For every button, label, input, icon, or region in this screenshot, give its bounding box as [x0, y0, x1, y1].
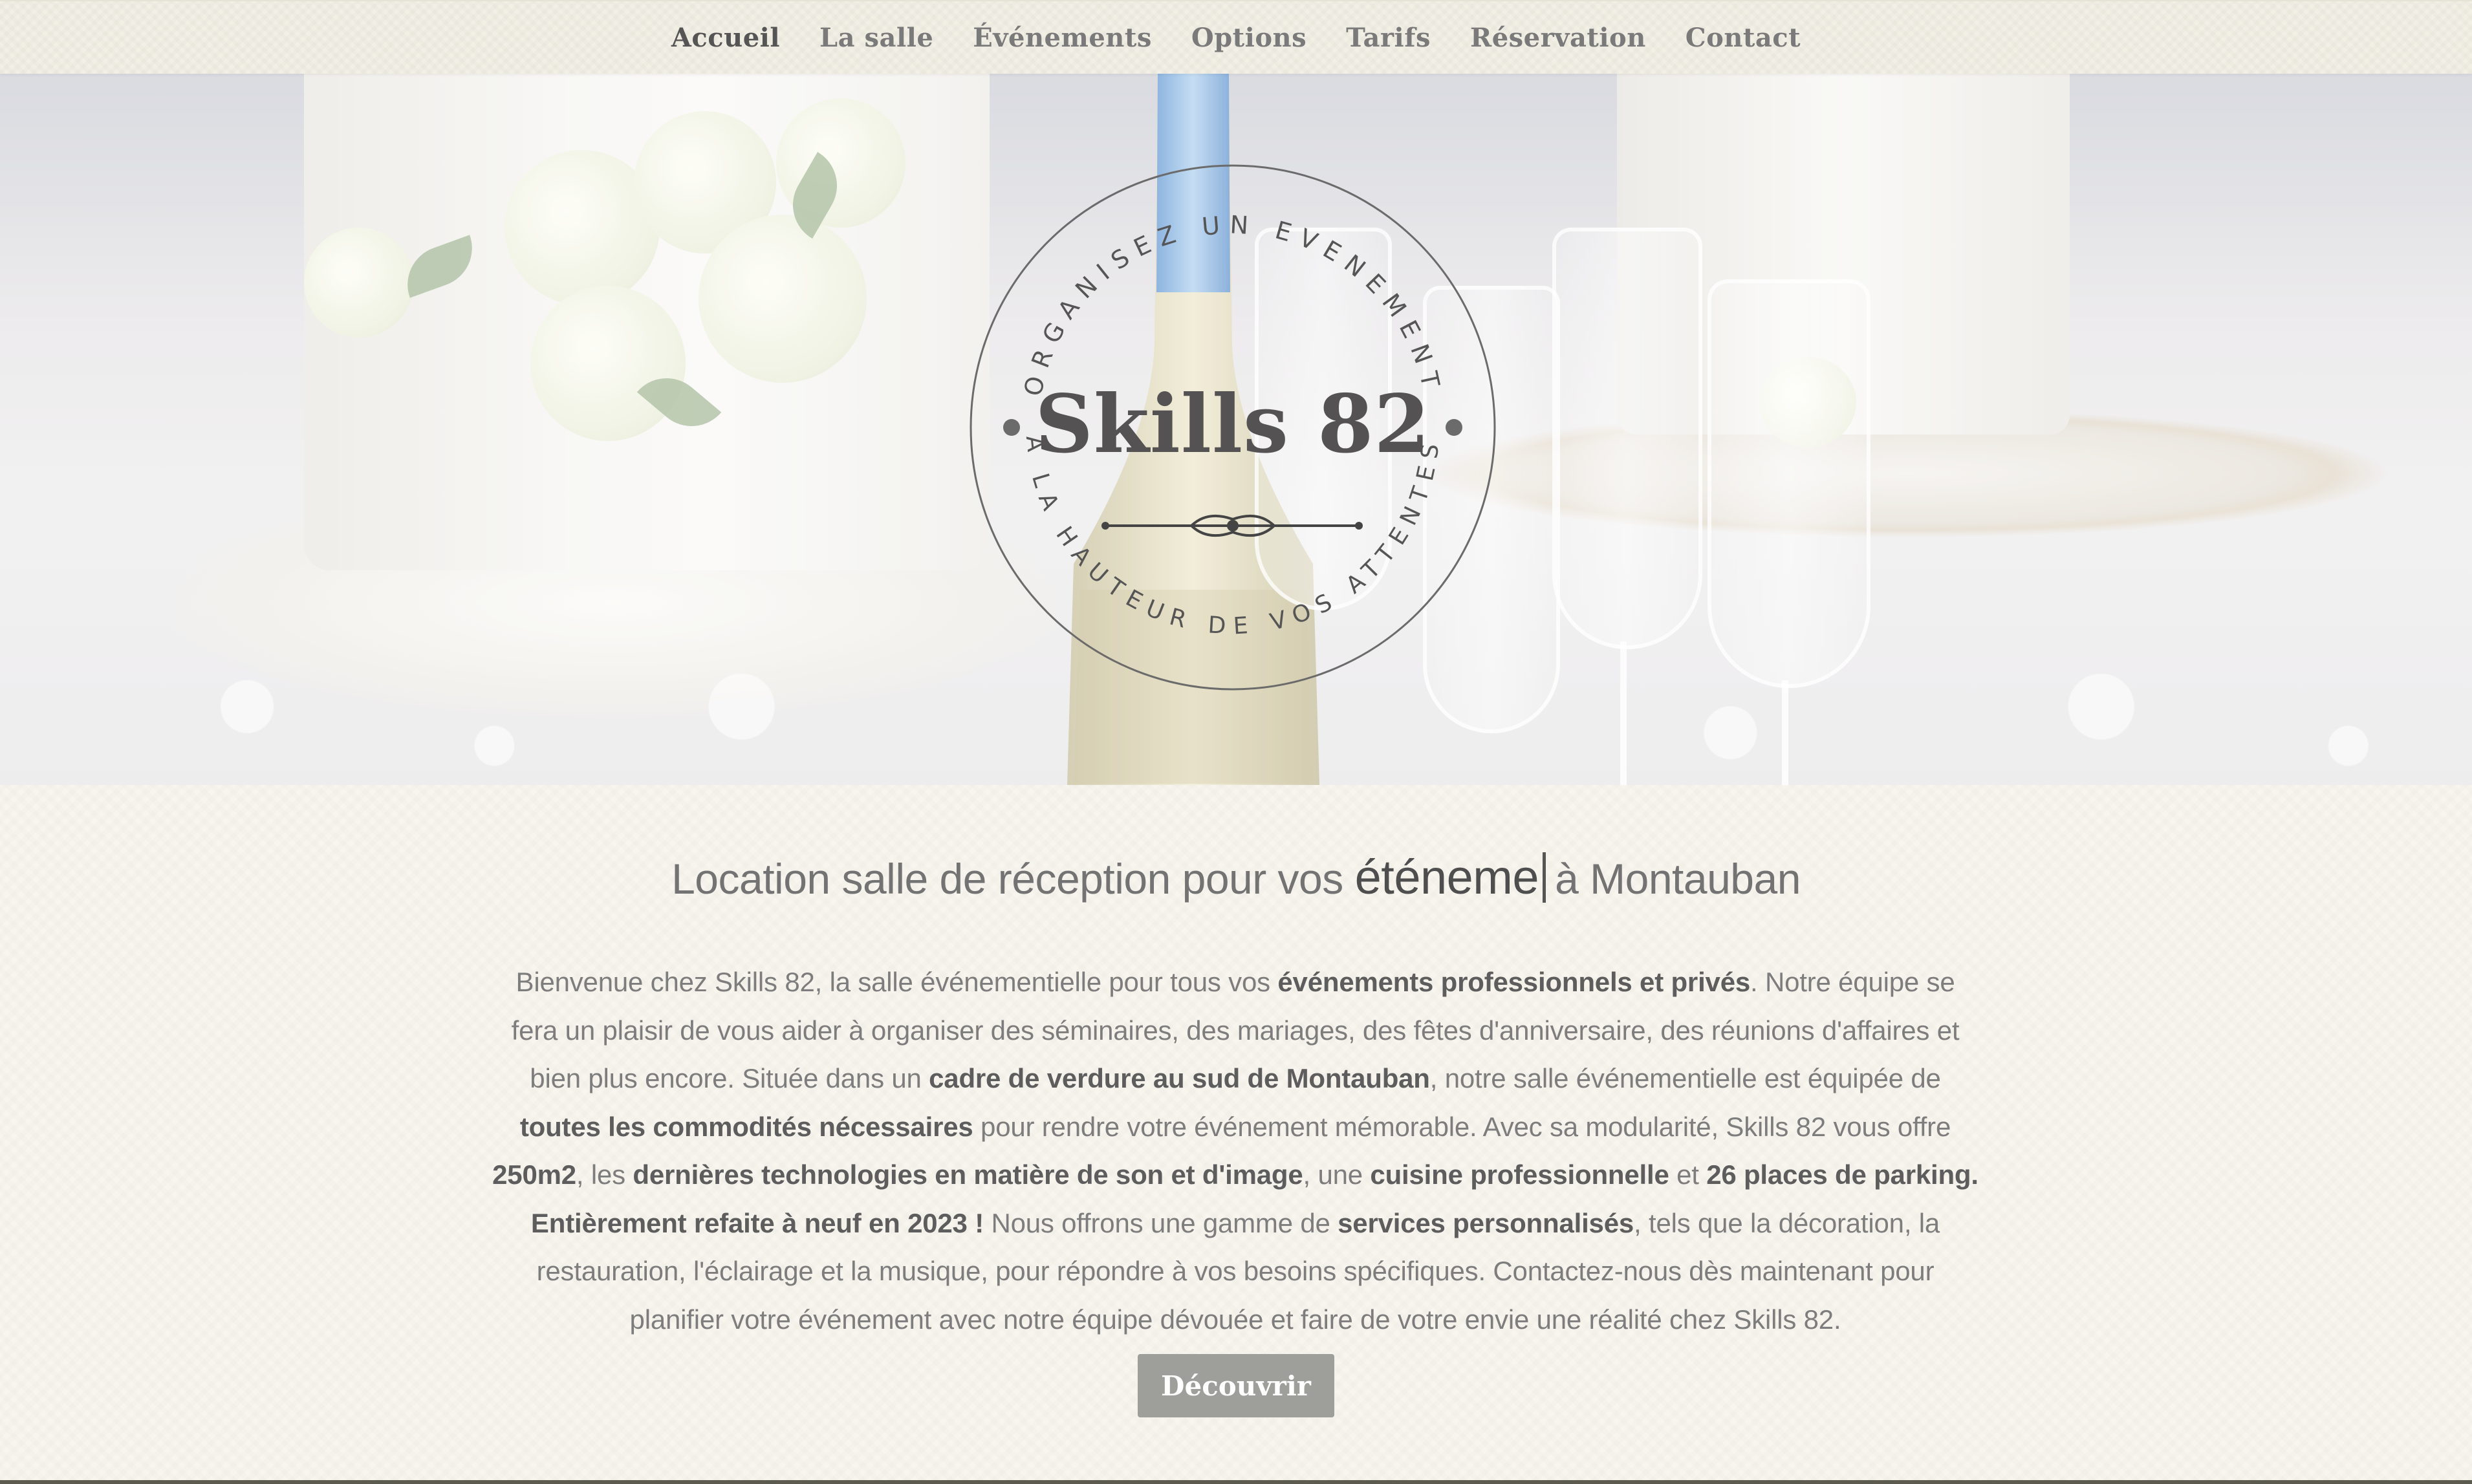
paragraph-text: et [1669, 1159, 1707, 1190]
paragraph-highlight: cuisine professionnelle [1370, 1159, 1669, 1190]
nav-menu: Accueil La salle Événements Options Tari… [0, 1, 2472, 74]
next-section-edge [0, 1480, 2472, 1484]
nav-item-reservation[interactable]: Réservation [1470, 23, 1646, 53]
top-navigation: Accueil La salle Événements Options Tari… [0, 0, 2472, 74]
nav-item-accueil[interactable]: Accueil [671, 23, 780, 53]
nav-item-tarifs[interactable]: Tarifs [1346, 23, 1431, 53]
brand-emblem: ORGANISEZ UN EVENEMENT A LA HAUTEUR DE V… [968, 163, 1497, 692]
headline-suffix: à Montauban [1555, 855, 1801, 903]
paragraph-text: , notre salle événementielle est équipée… [1429, 1063, 1941, 1093]
paragraph-highlight: services personnalisés [1338, 1207, 1634, 1238]
nav-item-la-salle[interactable]: La salle [819, 23, 933, 53]
paragraph-text: Nous offrons une gamme de [983, 1207, 1338, 1238]
hero-banner: ORGANISEZ UN EVENEMENT A LA HAUTEUR DE V… [0, 72, 2472, 785]
nav-item-evenements[interactable]: Événements [973, 23, 1152, 53]
paragraph-text: pour rendre votre événement mémorable. A… [973, 1111, 1951, 1142]
paragraph-highlight: toutes les commodités nécessaires [519, 1111, 973, 1142]
nav-item-contact[interactable]: Contact [1686, 23, 1801, 53]
paragraph-highlight: événements professionnels et privés [1277, 967, 1751, 997]
nav-item-options[interactable]: Options [1191, 23, 1306, 53]
typing-caret [1543, 852, 1546, 903]
headline-typed-word: éténeme [1354, 850, 1539, 904]
paragraph-text: , les [576, 1159, 633, 1190]
emblem-title: Skills 82 [1035, 378, 1431, 471]
paragraph-highlight: dernières technologies en matière de son… [633, 1159, 1303, 1190]
intro-section: Location salle de réception pour vos été… [0, 785, 2472, 1484]
emblem-flourish [1101, 514, 1363, 537]
emblem-top-text: ORGANISEZ UN EVENEMENT [1019, 210, 1447, 398]
page-headline: Location salle de réception pour vos été… [0, 850, 2472, 905]
paragraph-highlight: cadre de verdure au sud de Montauban [929, 1063, 1430, 1093]
intro-paragraph: Bienvenue chez Skills 82, la salle événe… [492, 958, 1979, 1344]
paragraph-highlight: 250m2 [492, 1159, 576, 1190]
paragraph-text: , une [1303, 1159, 1371, 1190]
headline-prefix: Location salle de réception pour vos [671, 855, 1343, 903]
discover-button[interactable]: Découvrir [1138, 1354, 1334, 1417]
paragraph-text: Bienvenue chez Skills 82, la salle événe… [515, 967, 1278, 997]
